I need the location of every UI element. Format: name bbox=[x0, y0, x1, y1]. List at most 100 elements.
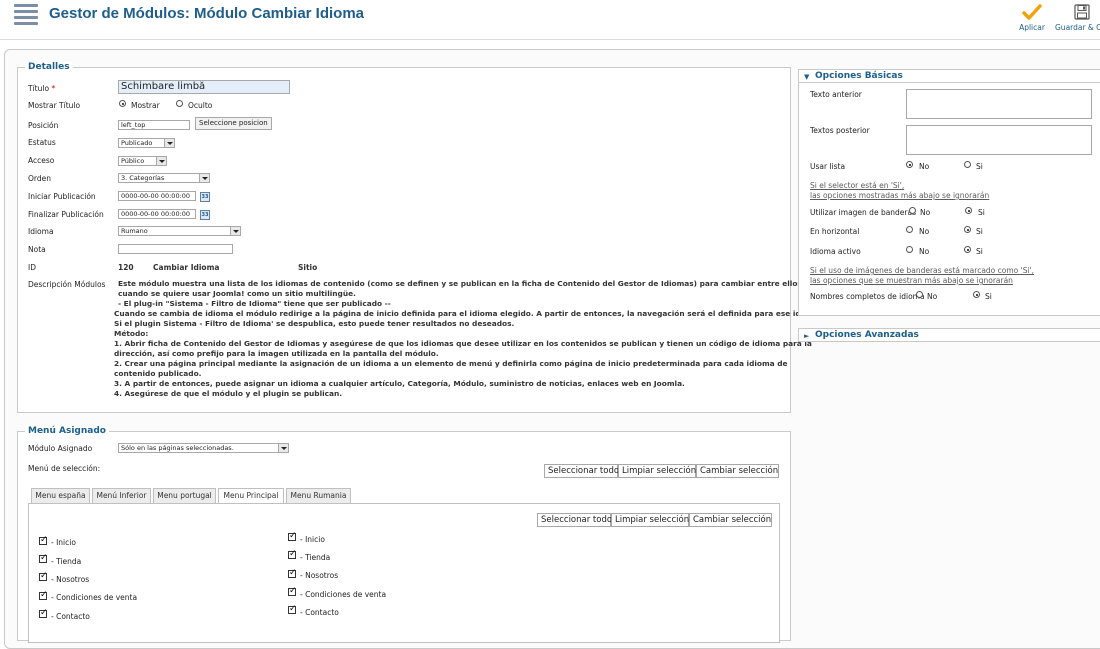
menu-item-label: - Nosotros bbox=[300, 571, 339, 580]
horizontal-no-radio[interactable] bbox=[906, 226, 913, 233]
tab-menu-inferior[interactable]: Menú Inferior bbox=[92, 488, 151, 503]
post-text-textarea[interactable] bbox=[906, 125, 1092, 155]
position-input[interactable]: left_top bbox=[118, 120, 190, 130]
show-title-label: Mostrar Título bbox=[28, 101, 81, 110]
note-input[interactable] bbox=[118, 244, 233, 254]
language-label: Idioma bbox=[28, 227, 54, 236]
hide-title-option: Oculto bbox=[188, 101, 213, 110]
advanced-options-header[interactable]: ► Opciones Avanzadas bbox=[798, 328, 1100, 342]
menu-item-label: - Tienda bbox=[51, 557, 82, 566]
tab-menu-principal[interactable]: Menu Principal bbox=[218, 488, 284, 504]
details-legend: Detalles bbox=[25, 62, 73, 72]
horizontal-label: En horizontal bbox=[810, 227, 860, 236]
menu-item-checkbox[interactable] bbox=[288, 606, 297, 614]
tab-menu-rumania[interactable]: Menu Rumania bbox=[286, 488, 351, 503]
full-names-label: Nombres completos de idioma bbox=[810, 292, 925, 301]
description-line: Si el plugin Sistema - Filtro de Idioma'… bbox=[114, 319, 515, 328]
clear-selection-button[interactable]: Limpiar selección bbox=[611, 513, 689, 527]
menu-item-checkbox[interactable] bbox=[288, 570, 297, 578]
module-site: Sitio bbox=[298, 263, 318, 272]
menu-item-checkbox[interactable] bbox=[288, 588, 297, 596]
horizontal-no-label: No bbox=[919, 227, 930, 236]
menu-item-label: - Tienda bbox=[300, 553, 331, 562]
basic-options-header[interactable]: ▼ Opciones Básicas bbox=[798, 69, 1100, 83]
clear-selection-button[interactable]: Limpiar selección bbox=[618, 464, 696, 478]
pre-text-textarea[interactable] bbox=[906, 89, 1092, 119]
horizontal-yes-radio[interactable] bbox=[964, 226, 971, 233]
apply-button[interactable]: Aplicar bbox=[1016, 4, 1048, 32]
access-label: Acceso bbox=[28, 156, 55, 165]
module-name: Cambiar Idioma bbox=[153, 263, 220, 272]
menu-item-checkbox[interactable] bbox=[39, 610, 48, 618]
description-line: Método: bbox=[114, 329, 149, 338]
flags-no-radio[interactable] bbox=[909, 207, 916, 214]
active-language-yes-radio[interactable] bbox=[964, 246, 971, 253]
full-names-no-radio[interactable] bbox=[916, 291, 923, 298]
tab-menu-portugal[interactable]: Menu portugal bbox=[153, 488, 216, 503]
status-select[interactable]: Publicado bbox=[118, 138, 175, 148]
menu-item-checkbox[interactable] bbox=[288, 551, 297, 559]
module-assignment-select[interactable]: Sólo en las páginas seleccionadas. bbox=[118, 443, 289, 453]
order-select[interactable]: 3. Categorías bbox=[118, 173, 210, 183]
menu-item-checkbox[interactable] bbox=[39, 573, 48, 581]
save-close-button[interactable]: Guardar & Ce bbox=[1052, 4, 1100, 32]
menu-selection-label: Menú de selección: bbox=[28, 464, 101, 473]
tab-menu-espana[interactable]: Menu españa bbox=[31, 488, 90, 503]
note-label: Nota bbox=[28, 245, 46, 254]
title-input[interactable]: Schimbare limbă bbox=[118, 80, 290, 94]
flags-yes-radio[interactable] bbox=[965, 207, 972, 214]
use-list-no-label: No bbox=[919, 162, 930, 171]
calendar-icon[interactable]: 33 bbox=[200, 192, 210, 202]
flags-yes-label: Si bbox=[978, 208, 985, 217]
full-names-yes-radio[interactable] bbox=[973, 291, 980, 298]
post-text-label: Textos posterior bbox=[810, 126, 870, 135]
toggle-selection-button[interactable]: Cambiar selección bbox=[689, 513, 772, 527]
status-label: Estatus bbox=[28, 138, 56, 147]
collapse-arrow-icon: ► bbox=[804, 332, 810, 340]
chevron-down-icon bbox=[199, 174, 209, 182]
menu-item-label: - Inicio bbox=[300, 535, 325, 544]
module-manager-icon bbox=[14, 4, 38, 28]
full-names-no-label: No bbox=[927, 292, 938, 301]
horizontal-yes-label: Si bbox=[976, 227, 983, 236]
menu-item-checkbox[interactable] bbox=[39, 592, 48, 600]
description-line: - El plug-in "Sistema - Filtro de Idioma… bbox=[118, 299, 391, 308]
menu-item-label: - Contacto bbox=[300, 608, 339, 617]
active-language-label: Idioma activo bbox=[810, 247, 861, 256]
active-language-no-radio[interactable] bbox=[906, 246, 913, 253]
toggle-selection-button[interactable]: Cambiar selección bbox=[696, 464, 779, 478]
hide-title-radio[interactable] bbox=[176, 100, 183, 107]
finish-publishing-input[interactable]: 0000-00-00 00:00:00 bbox=[118, 209, 196, 219]
start-publishing-label: Iniciar Publicación bbox=[28, 192, 96, 201]
use-list-yes-radio[interactable] bbox=[964, 161, 971, 168]
menu-assignment-legend: Menú Asignado bbox=[25, 426, 109, 436]
use-list-note: Si el selector está en 'Si', bbox=[810, 181, 905, 190]
chevron-down-icon bbox=[230, 227, 240, 235]
use-list-no-radio[interactable] bbox=[906, 161, 913, 168]
description-line: dirección, así como prefijo para la imag… bbox=[114, 349, 439, 358]
show-title-option: Mostrar bbox=[131, 101, 160, 110]
language-select[interactable]: Rumano bbox=[118, 226, 241, 236]
menu-item-label: - Condiciones de venta bbox=[51, 593, 138, 602]
module-assignment-label: Módulo Asignado bbox=[28, 444, 93, 453]
start-publishing-input[interactable]: 0000-00-00 00:00:00 bbox=[118, 191, 196, 201]
access-select[interactable]: Público bbox=[118, 156, 167, 166]
calendar-icon[interactable]: 33 bbox=[200, 210, 210, 220]
id-label: ID bbox=[28, 263, 36, 272]
select-all-button[interactable]: Seleccionar todo bbox=[544, 464, 619, 478]
select-all-button[interactable]: Seleccionar todo bbox=[537, 513, 612, 527]
description-label: Descripción Módulos bbox=[28, 280, 106, 289]
description-line: 2. Crear una página principal mediante l… bbox=[114, 359, 788, 368]
description-line: 1. Abrir ficha de Contenido del Gestor d… bbox=[114, 339, 812, 348]
expand-arrow-icon: ▼ bbox=[804, 73, 810, 81]
menu-item-label: - Nosotros bbox=[51, 575, 90, 584]
show-title-radio[interactable] bbox=[119, 100, 126, 107]
menu-item-checkbox[interactable] bbox=[39, 537, 48, 545]
menu-item-checkbox[interactable] bbox=[288, 533, 297, 541]
chevron-down-icon bbox=[164, 139, 174, 147]
description-line: 3. A partir de entonces, puede asignar u… bbox=[114, 379, 685, 388]
select-position-button[interactable]: Seleccione posicion bbox=[195, 117, 272, 130]
description-line: cuando se quiere usar Joomla! como un si… bbox=[118, 289, 356, 298]
menu-item-checkbox[interactable] bbox=[39, 555, 48, 563]
description-line: 4. Asegúrese de que el módulo y el plugi… bbox=[114, 389, 343, 398]
